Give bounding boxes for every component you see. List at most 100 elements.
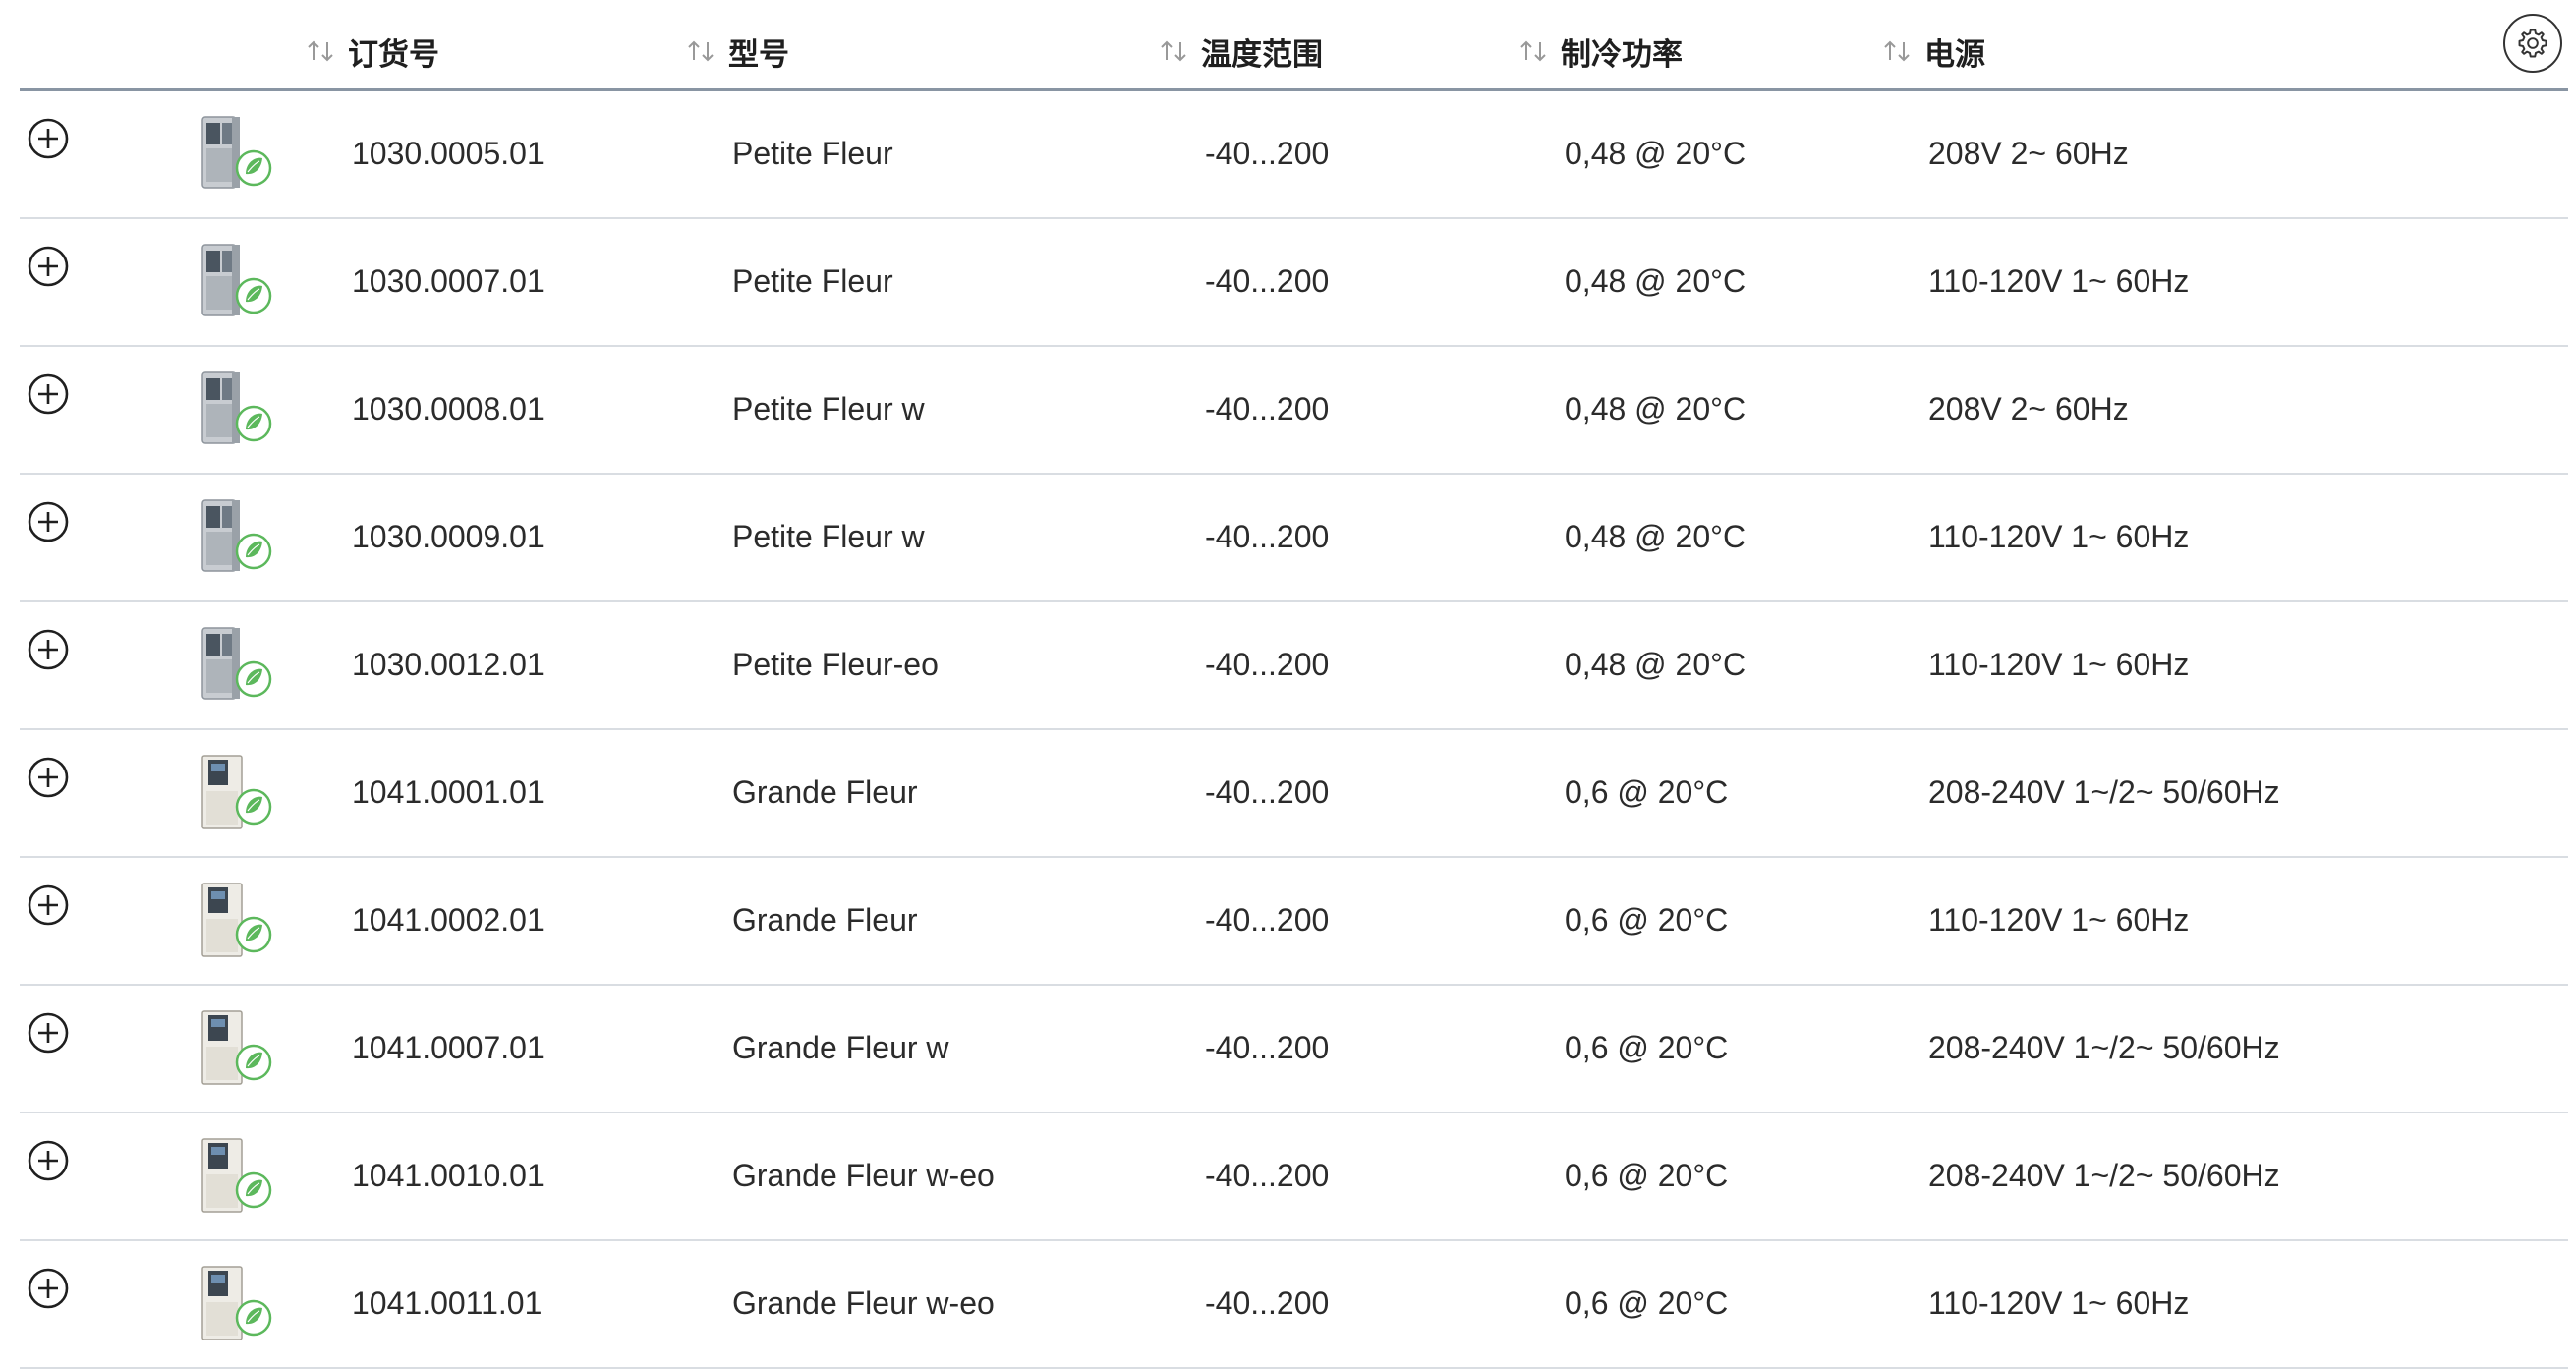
column-header-order-no[interactable]: 订货号 <box>305 29 439 73</box>
model-cell: Petite Fleur w <box>732 518 925 554</box>
table-row: 1041.0007.01 Grande Fleur w -40...200 0,… <box>20 986 2568 1113</box>
table-row: 1030.0005.01 Petite Fleur -40...200 0,48… <box>20 91 2568 219</box>
model-cell: Grande Fleur w-eo <box>732 1284 995 1321</box>
plus-circle-icon[interactable] <box>26 755 71 800</box>
order-number-cell: 1041.0002.01 <box>352 901 544 938</box>
column-header-label: 制冷功率 <box>1561 36 1683 73</box>
power-supply-cell: 110-120V 1~ 60Hz <box>1928 646 2190 682</box>
product-thumbnail[interactable] <box>197 1135 285 1218</box>
plus-circle-icon[interactable] <box>26 1010 71 1055</box>
power-supply-cell: 208V 2~ 60Hz <box>1928 390 2129 427</box>
temp-range-cell: -40...200 <box>1205 135 1330 171</box>
product-thumbnail[interactable] <box>197 624 285 707</box>
temp-range-cell: -40...200 <box>1205 1157 1330 1193</box>
power-supply-cell: 208-240V 1~/2~ 50/60Hz <box>1928 1029 2280 1065</box>
order-number-cell: 1030.0007.01 <box>352 262 544 299</box>
plus-circle-icon[interactable] <box>26 1138 71 1183</box>
cooling-power-cell: 0,48 @ 20°C <box>1565 646 1746 682</box>
table-row: 1030.0012.01 Petite Fleur-eo -40...200 0… <box>20 602 2568 730</box>
product-thumbnail[interactable] <box>197 369 285 451</box>
cooling-power-cell: 0,48 @ 20°C <box>1565 135 1746 171</box>
order-number-cell: 1041.0011.01 <box>352 1284 543 1321</box>
product-thumbnail[interactable] <box>197 496 285 579</box>
model-cell: Petite Fleur w <box>732 390 925 427</box>
model-cell: Petite Fleur <box>732 262 893 299</box>
temp-range-cell: -40...200 <box>1205 773 1330 810</box>
table-row: 1041.0001.01 Grande Fleur -40...200 0,6 … <box>20 730 2568 858</box>
model-cell: Petite Fleur-eo <box>732 646 939 682</box>
order-number-cell: 1030.0009.01 <box>352 518 544 554</box>
cooling-power-cell: 0,48 @ 20°C <box>1565 518 1746 554</box>
model-cell: Petite Fleur <box>732 135 893 171</box>
plus-circle-icon[interactable] <box>26 883 71 928</box>
table-header: 订货号 型号 温度范围 制冷功率 电源 <box>20 0 2568 91</box>
cooling-power-cell: 0,6 @ 20°C <box>1565 773 1729 810</box>
cooling-power-cell: 0,48 @ 20°C <box>1565 262 1746 299</box>
plus-circle-icon[interactable] <box>26 1266 71 1311</box>
cooling-power-cell: 0,48 @ 20°C <box>1565 390 1746 427</box>
column-header-label: 订货号 <box>348 36 439 73</box>
plus-circle-icon[interactable] <box>26 627 71 672</box>
plus-circle-icon[interactable] <box>26 371 71 417</box>
column-header-power-supply[interactable]: 电源 <box>1881 29 1985 73</box>
order-number-cell: 1030.0012.01 <box>352 646 544 682</box>
table-body: 1030.0005.01 Petite Fleur -40...200 0,48… <box>20 91 2568 1369</box>
product-thumbnail[interactable] <box>197 1263 285 1345</box>
cooling-power-cell: 0,6 @ 20°C <box>1565 1029 1729 1065</box>
order-number-cell: 1030.0005.01 <box>352 135 544 171</box>
product-thumbnail[interactable] <box>197 1007 285 1090</box>
power-supply-cell: 110-120V 1~ 60Hz <box>1928 262 2190 299</box>
cooling-power-cell: 0,6 @ 20°C <box>1565 901 1729 938</box>
order-number-cell: 1030.0008.01 <box>352 390 544 427</box>
model-cell: Grande Fleur w-eo <box>732 1157 995 1193</box>
model-cell: Grande Fleur w <box>732 1029 949 1065</box>
table-row: 1030.0009.01 Petite Fleur w -40...200 0,… <box>20 475 2568 602</box>
table-row: 1030.0008.01 Petite Fleur w -40...200 0,… <box>20 347 2568 475</box>
product-thumbnail[interactable] <box>197 113 285 196</box>
plus-circle-icon[interactable] <box>26 499 71 544</box>
product-thumbnail[interactable] <box>197 880 285 962</box>
temp-range-cell: -40...200 <box>1205 1284 1330 1321</box>
order-number-cell: 1041.0001.01 <box>352 773 544 810</box>
order-number-cell: 1041.0010.01 <box>352 1157 544 1193</box>
plus-circle-icon[interactable] <box>26 116 71 161</box>
sort-arrows-icon[interactable] <box>685 38 716 64</box>
column-header-cooling-power[interactable]: 制冷功率 <box>1517 29 1683 73</box>
table-row: 1030.0007.01 Petite Fleur -40...200 0,48… <box>20 219 2568 347</box>
power-supply-cell: 110-120V 1~ 60Hz <box>1928 901 2190 938</box>
column-header-temp-range[interactable]: 温度范围 <box>1158 29 1323 73</box>
plus-circle-icon[interactable] <box>26 244 71 289</box>
model-cell: Grande Fleur <box>732 773 918 810</box>
temp-range-cell: -40...200 <box>1205 518 1330 554</box>
sort-arrows-icon[interactable] <box>1158 38 1189 64</box>
product-thumbnail[interactable] <box>197 241 285 323</box>
column-header-model[interactable]: 型号 <box>685 29 789 73</box>
temp-range-cell: -40...200 <box>1205 901 1330 938</box>
product-thumbnail[interactable] <box>197 752 285 834</box>
column-header-label: 温度范围 <box>1201 36 1323 73</box>
gear-icon <box>2518 29 2547 58</box>
product-table: 订货号 型号 温度范围 制冷功率 电源 1030.0005.01 Petite … <box>20 0 2568 1369</box>
sort-arrows-icon[interactable] <box>1517 38 1549 64</box>
power-supply-cell: 208V 2~ 60Hz <box>1928 135 2129 171</box>
power-supply-cell: 110-120V 1~ 60Hz <box>1928 518 2190 554</box>
power-supply-cell: 208-240V 1~/2~ 50/60Hz <box>1928 1157 2280 1193</box>
column-settings-button[interactable] <box>2503 14 2562 73</box>
column-header-label: 型号 <box>728 36 789 73</box>
power-supply-cell: 208-240V 1~/2~ 50/60Hz <box>1928 773 2280 810</box>
temp-range-cell: -40...200 <box>1205 1029 1330 1065</box>
table-row: 1041.0002.01 Grande Fleur -40...200 0,6 … <box>20 858 2568 986</box>
cooling-power-cell: 0,6 @ 20°C <box>1565 1157 1729 1193</box>
sort-arrows-icon[interactable] <box>1881 38 1913 64</box>
column-header-label: 电源 <box>1924 36 1985 73</box>
power-supply-cell: 110-120V 1~ 60Hz <box>1928 1284 2190 1321</box>
table-row: 1041.0010.01 Grande Fleur w-eo -40...200… <box>20 1113 2568 1241</box>
order-number-cell: 1041.0007.01 <box>352 1029 544 1065</box>
model-cell: Grande Fleur <box>732 901 918 938</box>
temp-range-cell: -40...200 <box>1205 390 1330 427</box>
sort-arrows-icon[interactable] <box>305 38 336 64</box>
cooling-power-cell: 0,6 @ 20°C <box>1565 1284 1729 1321</box>
table-row: 1041.0011.01 Grande Fleur w-eo -40...200… <box>20 1241 2568 1369</box>
temp-range-cell: -40...200 <box>1205 646 1330 682</box>
temp-range-cell: -40...200 <box>1205 262 1330 299</box>
